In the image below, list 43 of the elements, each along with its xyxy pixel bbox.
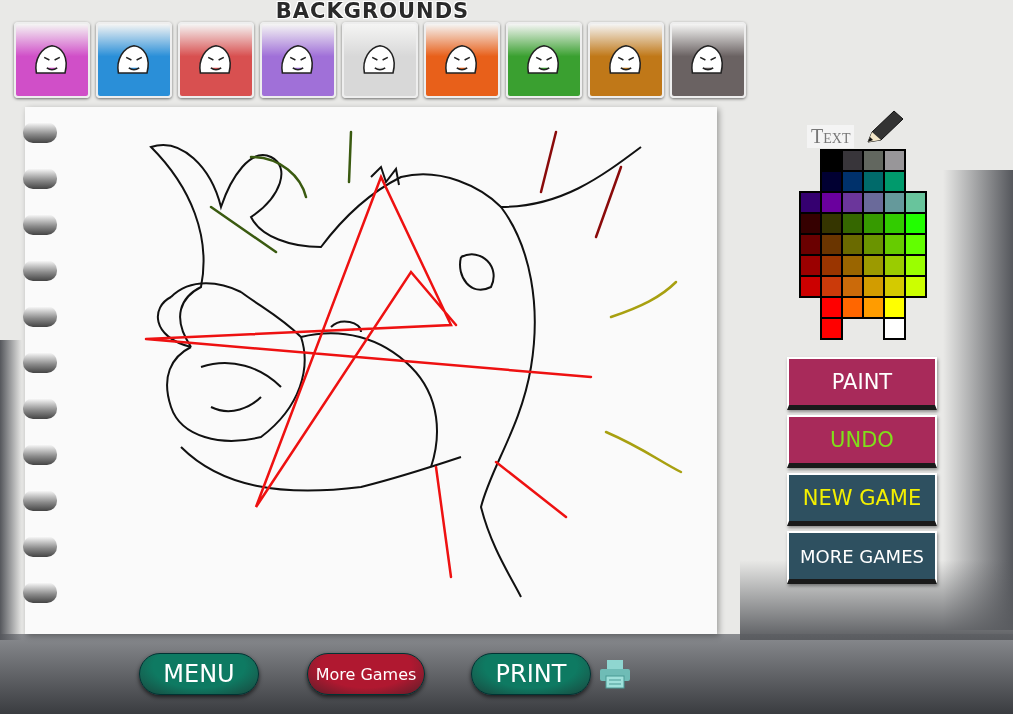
- menu-action-button[interactable]: UNDO: [787, 415, 937, 468]
- background-thumbnail[interactable]: [14, 22, 90, 98]
- color-swatch[interactable]: [820, 317, 843, 340]
- color-swatch[interactable]: [883, 296, 906, 319]
- spiral-ring: [23, 260, 57, 281]
- spiral-ring: [23, 398, 57, 419]
- background-thumbnail[interactable]: [506, 22, 582, 98]
- color-swatch[interactable]: [904, 233, 927, 256]
- color-swatch[interactable]: [904, 275, 927, 298]
- printer-icon[interactable]: [599, 659, 631, 689]
- backgrounds-title: BACKGROUNDS: [275, 0, 470, 22]
- menu-action-button[interactable]: PAINT: [787, 357, 937, 410]
- color-swatch[interactable]: [883, 170, 906, 193]
- color-swatch[interactable]: [841, 296, 864, 319]
- color-swatch[interactable]: [904, 191, 927, 214]
- background-thumbnail[interactable]: [96, 22, 172, 98]
- color-swatch[interactable]: [904, 254, 927, 277]
- menu-action-button[interactable]: MORE GAMES: [787, 531, 937, 584]
- background-thumbnail[interactable]: [178, 22, 254, 98]
- spiral-ring: [23, 536, 57, 557]
- color-swatch[interactable]: [799, 275, 822, 298]
- color-swatch[interactable]: [862, 296, 885, 319]
- background-thumbnail[interactable]: [342, 22, 418, 98]
- color-swatch[interactable]: [904, 212, 927, 235]
- spiral-ring: [23, 352, 57, 373]
- spiral-ring: [23, 168, 57, 189]
- color-swatch[interactable]: [883, 149, 906, 172]
- spiral-ring: [23, 490, 57, 511]
- spiral-ring: [23, 306, 57, 327]
- background-thumbnail[interactable]: [424, 22, 500, 98]
- menu-action-button[interactable]: NEW GAME: [787, 473, 937, 526]
- background-thumbnail[interactable]: [260, 22, 336, 98]
- background-thumbnail[interactable]: [670, 22, 746, 98]
- spiral-ring: [23, 582, 57, 603]
- text-tool-label[interactable]: Text: [807, 125, 855, 148]
- more-games-button[interactable]: More Games: [307, 653, 425, 695]
- background-thumbnail[interactable]: [588, 22, 664, 98]
- spiral-ring: [23, 122, 57, 143]
- spiral-ring: [23, 444, 57, 465]
- spiral-ring: [23, 214, 57, 235]
- print-button[interactable]: PRINT: [471, 653, 591, 695]
- color-swatch[interactable]: [883, 317, 906, 340]
- menu-button[interactable]: MENU: [139, 653, 259, 695]
